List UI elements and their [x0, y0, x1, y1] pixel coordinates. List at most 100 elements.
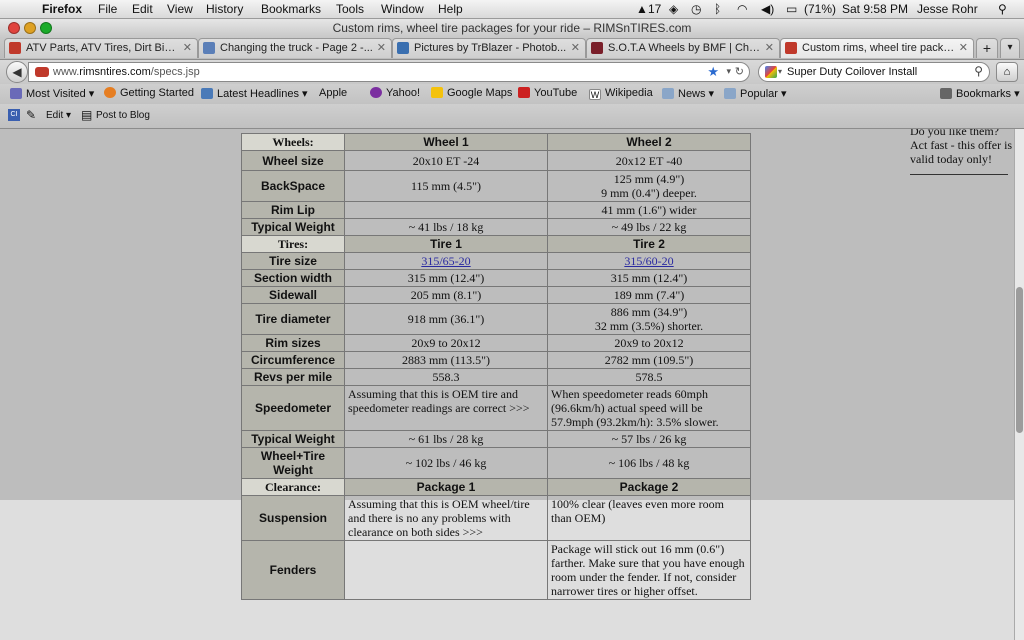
menu-view[interactable]: View	[167, 2, 193, 16]
new-tab-button[interactable]: +	[976, 38, 998, 58]
navigation-toolbar: www.rimsntires.com/specs.jsp ★ ▾ ↻ ◀ ▾ S…	[0, 60, 1024, 84]
spotlight-search-icon[interactable]: ⚲	[998, 2, 1007, 16]
list-all-tabs-button[interactable]: ▾	[1000, 38, 1020, 58]
post-to-blog-button[interactable]: Post to Blog	[96, 110, 150, 121]
menu-help[interactable]: Help	[438, 2, 463, 16]
menubar-clock[interactable]: Sat 9:58 PM	[842, 2, 908, 16]
row-label: Tire diameter	[241, 303, 345, 335]
search-magnifier-icon[interactable]: ⚲	[974, 64, 983, 78]
section-header-wheels: Wheels:	[241, 133, 345, 151]
cell-value: ~ 61 lbs / 28 kg	[344, 430, 548, 448]
menu-window[interactable]: Window	[381, 2, 424, 16]
tab-label: Pictures by TrBlazer - Photob...	[414, 42, 567, 54]
battery-icon[interactable]: ▭	[786, 2, 797, 16]
bookmark-apple[interactable]: Apple	[315, 87, 347, 99]
bookmark-youtube[interactable]: YouTube	[518, 87, 577, 99]
cell-value: 189 mm (7.4")	[547, 286, 751, 304]
tab-close-icon[interactable]: ✕	[183, 41, 192, 54]
tire-1-size-link[interactable]: 315/65-20	[421, 254, 470, 268]
post-to-blog-icon: ▤	[81, 108, 93, 122]
tab-close-icon[interactable]: ✕	[377, 41, 386, 54]
tab-changing-truck[interactable]: Changing the truck - Page 2 -... ✕	[198, 38, 392, 58]
time-machine-icon[interactable]: ◷	[691, 2, 701, 16]
row-label: Sidewall	[241, 286, 345, 304]
row-label: Wheel+Tire Weight	[241, 447, 345, 479]
volume-icon[interactable]: ◀)	[761, 2, 774, 16]
row-label: Wheel size	[241, 150, 345, 171]
notification-count[interactable]: 17	[648, 2, 661, 16]
wifi-icon[interactable]: ◠	[737, 2, 747, 16]
youtube-icon	[518, 87, 530, 98]
row-label: Tire size	[241, 252, 345, 270]
bookmark-yahoo[interactable]: Yahoo!	[370, 87, 420, 99]
tab-sota-wheels[interactable]: S.O.T.A Wheels by BMF | Chro... ✕	[586, 38, 780, 58]
bookmark-news[interactable]: News ▾	[662, 87, 714, 100]
cell-value: 20x12 ET -40	[547, 150, 751, 171]
menu-edit[interactable]: Edit	[132, 2, 153, 16]
search-bar[interactable]: ▾ Super Duty Coilover Install ⚲	[758, 62, 990, 82]
table-row: Sidewall 205 mm (8.1") 189 mm (7.4")	[241, 286, 751, 304]
cell-value: 2782 mm (109.5")	[547, 351, 751, 369]
menu-app-firefox[interactable]: Firefox	[42, 2, 82, 16]
menu-history[interactable]: History	[206, 2, 243, 16]
bookmark-most-visited[interactable]: Most Visited ▾	[10, 87, 94, 100]
addon-edit-menu[interactable]: Edit ▾	[46, 110, 71, 121]
table-row: Wheel+Tire Weight ~ 102 lbs / 46 kg ~ 10…	[241, 447, 751, 479]
cell-value: 558.3	[344, 368, 548, 386]
cell-value: 20x9 to 20x12	[344, 334, 548, 352]
row-label: Typical Weight	[241, 430, 345, 448]
bookmark-latest-headlines[interactable]: Latest Headlines ▾	[201, 87, 308, 100]
adium-status-icon[interactable]: ▲	[636, 2, 648, 16]
tab-close-icon[interactable]: ✕	[959, 41, 968, 54]
bookmark-star-icon[interactable]: ★	[707, 64, 719, 80]
tab-close-icon[interactable]: ✕	[765, 41, 774, 54]
yahoo-icon	[370, 87, 382, 98]
back-arrow-icon: ◀	[12, 65, 22, 79]
google-maps-icon	[431, 87, 443, 98]
row-label: Fenders	[241, 540, 345, 600]
menubar-user[interactable]: Jesse Rohr	[917, 2, 978, 16]
addon-toolbar: CI ✎ Edit ▾ ▤ Post to Blog	[0, 104, 1024, 129]
page-scrollbar[interactable]	[1014, 129, 1024, 640]
cell-value: 205 mm (8.1")	[344, 286, 548, 304]
table-row: Rim sizes 20x9 to 20x12 20x9 to 20x12	[241, 334, 751, 352]
site-favicon-icon	[35, 67, 49, 77]
scrollbar-thumb[interactable]	[1016, 287, 1023, 433]
bluetooth-icon[interactable]: ᛒ	[714, 2, 721, 16]
url-history-dropdown-icon[interactable]: ▾	[726, 66, 731, 77]
addon-logo-icon[interactable]: CI	[8, 109, 20, 121]
bookmark-popular[interactable]: Popular ▾	[724, 87, 787, 100]
menu-file[interactable]: File	[98, 2, 117, 16]
bookmark-getting-started[interactable]: Getting Started	[104, 87, 194, 99]
folder-icon	[662, 88, 674, 99]
tire-2-size-link[interactable]: 315/60-20	[624, 254, 673, 268]
back-button[interactable]: ◀	[6, 61, 28, 83]
rss-feed-icon	[201, 88, 213, 99]
battery-percent[interactable]: (71%)	[804, 2, 836, 16]
tab-atv-parts[interactable]: ATV Parts, ATV Tires, Dirt Bike... ✕	[4, 38, 198, 58]
bookmark-google-maps[interactable]: Google Maps	[431, 87, 512, 99]
tab-close-icon[interactable]: ✕	[571, 41, 580, 54]
dropbox-icon[interactable]: ◈	[669, 2, 678, 16]
reload-icon[interactable]: ↻	[735, 65, 744, 78]
bookmark-wikipedia[interactable]: W Wikipedia	[589, 87, 653, 100]
google-search-engine-icon[interactable]	[765, 66, 777, 78]
search-engine-dropdown-icon[interactable]: ▾	[778, 67, 782, 76]
home-button[interactable]: ⌂	[996, 62, 1018, 82]
cell-value: When speedometer reads 60mph (96.6km/h) …	[547, 385, 751, 431]
menu-bookmarks[interactable]: Bookmarks	[261, 2, 321, 16]
url-bar[interactable]: www.rimsntires.com/specs.jsp ★ ▾ ↻	[28, 62, 750, 82]
bookmarks-toolbar: Most Visited ▾ Getting Started Latest He…	[0, 84, 1024, 104]
menu-tools[interactable]: Tools	[336, 2, 364, 16]
tab-rimsntires[interactable]: Custom rims, wheel tire packa... ✕	[780, 38, 974, 58]
url-text[interactable]: www.rimsntires.com/specs.jsp	[53, 66, 200, 78]
row-label: Section width	[241, 269, 345, 287]
bookmarks-menu-button[interactable]: Bookmarks ▾	[940, 87, 1020, 100]
cell-value: 2883 mm (113.5")	[344, 351, 548, 369]
row-label: Typical Weight	[241, 218, 345, 236]
tab-photobucket[interactable]: Pictures by TrBlazer - Photob... ✕	[392, 38, 586, 58]
search-input-value[interactable]: Super Duty Coilover Install	[787, 66, 917, 78]
column-header-package-1: Package 1	[344, 478, 548, 496]
tab-favicon-icon	[785, 42, 797, 54]
window-title: Custom rims, wheel tire packages for you…	[332, 21, 692, 35]
